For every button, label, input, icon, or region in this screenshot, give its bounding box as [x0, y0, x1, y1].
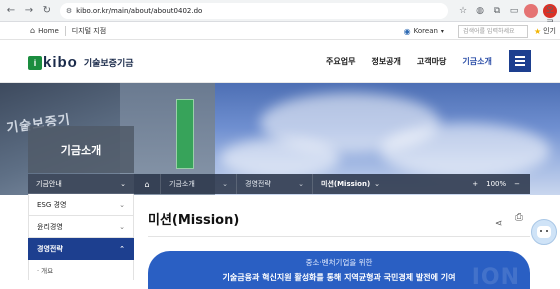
sidebar-item-label: ESG 경영 — [37, 200, 67, 209]
page-title: 미션(Mission) — [148, 213, 240, 228]
sidebar-item-label: 경영전략 — [37, 244, 63, 253]
chevron-down-icon: ⌄ — [119, 200, 125, 209]
browser-toolbar: ← → ↻ ⚙ kibo.or.kr/main/about/about0402.… — [0, 0, 560, 30]
chevron-down-icon: ▾ — [440, 27, 444, 35]
address-bar[interactable]: ⚙ kibo.or.kr/main/about/about0402.do — [59, 2, 449, 19]
section-title: 기금소개 — [28, 126, 134, 173]
building-green-panel — [176, 99, 194, 169]
arrow-left-icon[interactable]: ← — [4, 4, 18, 18]
breadcrumb-item-about[interactable]: 기금소개 ⌄ — [160, 174, 236, 194]
sidebar-item-label: 윤리경영 — [37, 222, 63, 231]
sidebar-subitem-label: · 개요 — [37, 267, 54, 275]
nav-item-customer[interactable]: 고객마당 — [417, 56, 446, 67]
zoom-in-button[interactable]: + — [472, 180, 478, 188]
reload-icon[interactable]: ↻ — [40, 4, 54, 18]
chevron-down-icon: ⌄ — [374, 180, 380, 188]
url-text: kibo.or.kr/main/about/about0402.do — [76, 6, 203, 15]
extension-icon[interactable]: ◍ — [473, 4, 487, 18]
home-label: Home — [38, 26, 59, 35]
chatbot-button[interactable] — [531, 219, 557, 245]
global-nav: 주요업무 정보공개 고객마당 기금소개 — [326, 56, 508, 67]
chatbot-icon — [537, 226, 551, 238]
sidebar-item-label: 기금안내 — [36, 179, 62, 188]
chevron-down-icon: ⌄ — [222, 180, 228, 188]
zoom-level: 100% — [486, 180, 507, 188]
globe-icon: ◉ — [403, 26, 411, 36]
logo-word: kibo — [43, 54, 78, 71]
chevron-up-icon: ⌃ — [119, 244, 125, 253]
zoom-control: + 100% − — [464, 174, 520, 194]
chevron-down-icon: ⌄ — [119, 222, 125, 231]
digital-branch-link[interactable]: 디지털 지점 — [72, 26, 106, 36]
nav-item-main-business[interactable]: 주요업무 — [326, 56, 355, 67]
profile-avatar[interactable] — [524, 3, 539, 18]
breadcrumb-label: 기금소개 — [169, 180, 195, 188]
print-icon[interactable]: ⎙ — [515, 212, 523, 223]
sidebar-subitem-overview[interactable]: · 개요 — [28, 260, 134, 280]
utility-bar: ⌂ Home 디지털 지점 ◉ Korean ▾ 검색어를 입력하세요 ★ 인기 — [0, 22, 560, 40]
share-icon[interactable]: ⋖ — [495, 219, 503, 229]
home-icon[interactable]: ⌂ — [134, 174, 160, 194]
site-info-icon[interactable]: ⚙ — [66, 7, 72, 15]
breadcrumb-label: 미션(Mission) — [321, 180, 371, 188]
zoom-out-button[interactable]: − — [514, 180, 520, 188]
mission-watermark: ION — [471, 265, 520, 289]
nav-item-about[interactable]: 기금소개 — [462, 56, 491, 67]
chevron-down-icon: ⌄ — [298, 180, 304, 188]
logo-korean: 기술보증기금 — [83, 59, 134, 69]
search-input[interactable]: 검색어를 입력하세요 — [457, 24, 528, 38]
arrow-right-icon[interactable]: → — [22, 4, 36, 18]
sidebar-item-ethics[interactable]: 윤리경영 ⌄ — [28, 216, 134, 238]
site-logo[interactable]: i kibo 기술보증기금 — [28, 54, 134, 71]
home-link[interactable]: ⌂ Home — [0, 26, 59, 35]
sidebar-item-esg[interactable]: ESG 경영 ⌄ — [28, 194, 134, 216]
sidebar-icon[interactable]: ▭ — [507, 4, 521, 18]
logo-mark: i — [28, 55, 42, 70]
profile-error-badge[interactable]: 오류 — [543, 3, 558, 30]
breadcrumb-label: 경영전략 — [245, 180, 271, 188]
sidebar-item-info[interactable]: 기금안내 ⌄ — [28, 174, 134, 194]
home-icon: ⌂ — [30, 26, 36, 35]
language-label: Korean — [413, 27, 438, 35]
star-icon: ★ — [533, 26, 542, 36]
sidebar-item-strategy[interactable]: 경영전략 ⌃ — [28, 238, 134, 260]
bookmark-star-icon[interactable]: ☆ — [456, 4, 470, 18]
popular-menu[interactable]: ★ 인기 — [534, 26, 556, 36]
breadcrumb-item-mission[interactable]: 미션(Mission) ⌄ — [312, 174, 388, 194]
mission-banner: 중소·벤처기업을 위한 기술금융과 혁신지원 활성화를 통해 지역균형과 국민경… — [148, 251, 530, 289]
divider — [64, 25, 66, 36]
menu-toggle-button[interactable] — [509, 50, 531, 72]
language-selector[interactable]: ◉ Korean ▾ — [404, 27, 444, 36]
nav-item-disclosure[interactable]: 정보공개 — [371, 56, 400, 67]
main-header: i kibo 기술보증기금 주요업무 정보공개 고객마당 기금소개 — [0, 41, 560, 83]
puzzle-icon[interactable]: ⧉ — [490, 4, 504, 18]
popular-label: 인기 — [543, 27, 556, 35]
sidebar: 기금안내 ⌄ ESG 경영 ⌄ 윤리경영 ⌄ 경영전략 ⌃ · 개요 — [28, 174, 134, 280]
breadcrumb-item-strategy[interactable]: 경영전략 ⌄ — [236, 174, 312, 194]
chevron-down-icon: ⌄ — [120, 179, 126, 188]
divider — [148, 236, 530, 237]
